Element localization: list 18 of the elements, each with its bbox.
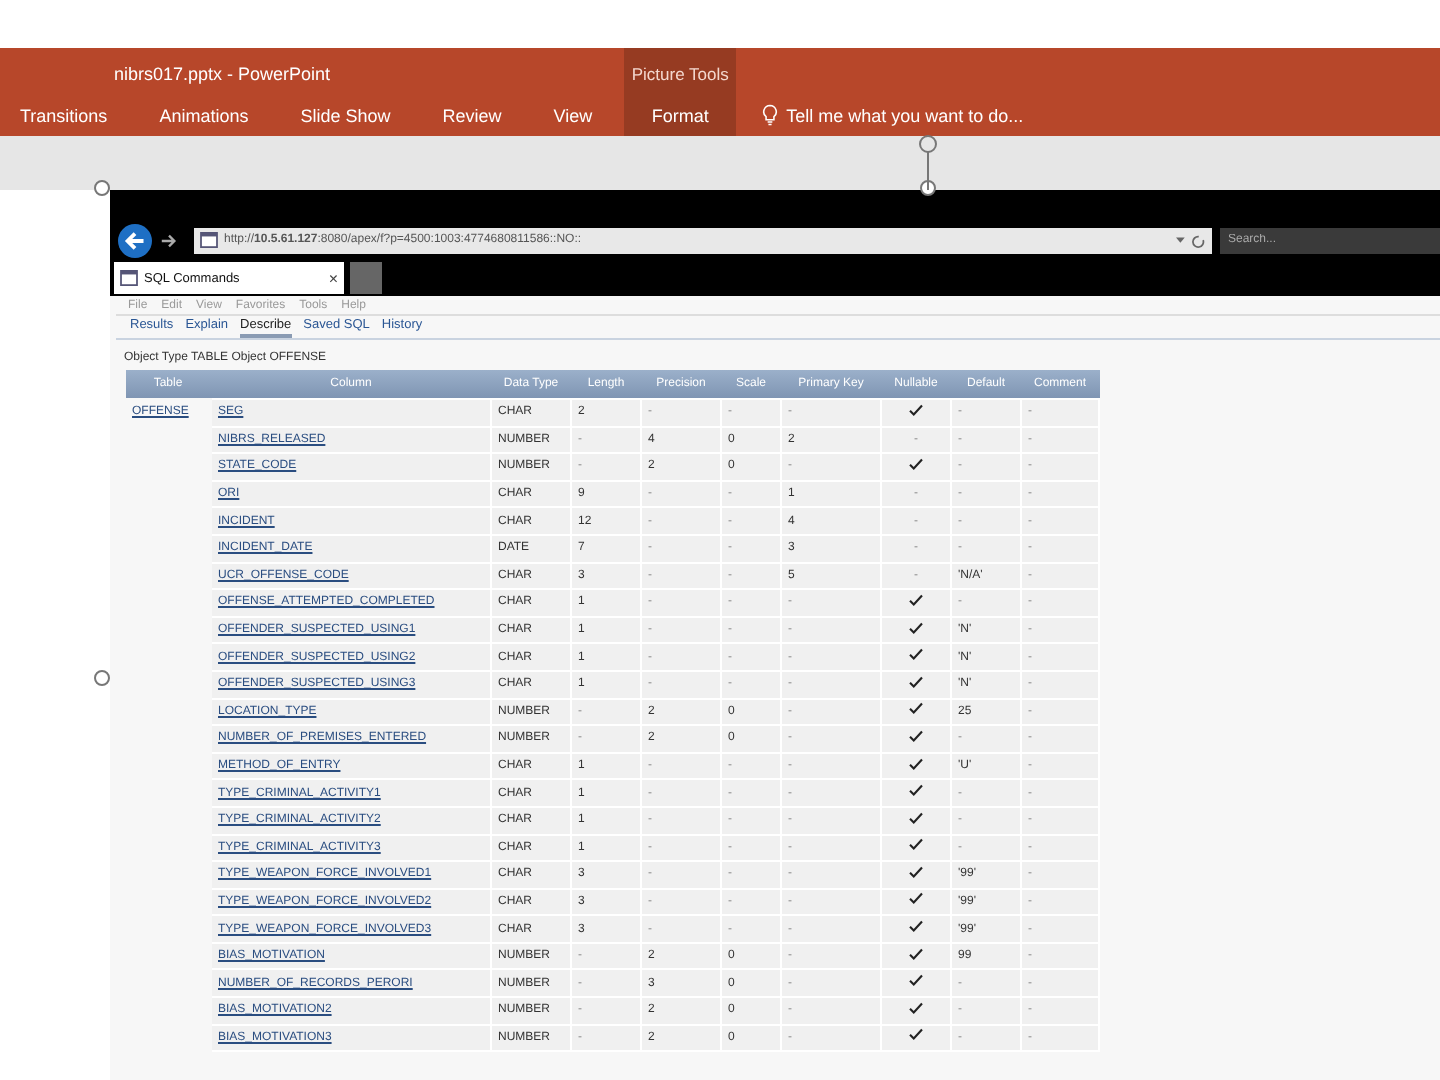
resize-handle[interactable] [94,180,110,196]
page-icon [120,270,138,286]
contextual-group-label: Picture Tools [631,62,729,84]
ribbon-tab[interactable]: Transitions [8,96,120,136]
lightbulb-icon [762,104,779,126]
forward-arrow-icon[interactable] [160,231,178,249]
dropdown-refresh-icon[interactable] [1174,233,1206,247]
tell-me-field[interactable]: Tell me what you want to do... [786,106,1147,126]
ribbon-tab[interactable]: Animations [147,96,261,136]
back-button-icon[interactable] [118,223,152,257]
ribbon-tab[interactable]: Review [430,96,514,136]
resize-handle[interactable] [94,670,110,686]
close-tab-button[interactable]: × [328,269,338,287]
window-title: nibrs017.pptx - PowerPoint [112,62,333,84]
page-icon [200,232,218,248]
ribbon-tab[interactable]: View [541,96,605,136]
rotate-handle[interactable] [918,134,938,190]
ribbon-tab[interactable]: Slide Show [288,96,403,136]
